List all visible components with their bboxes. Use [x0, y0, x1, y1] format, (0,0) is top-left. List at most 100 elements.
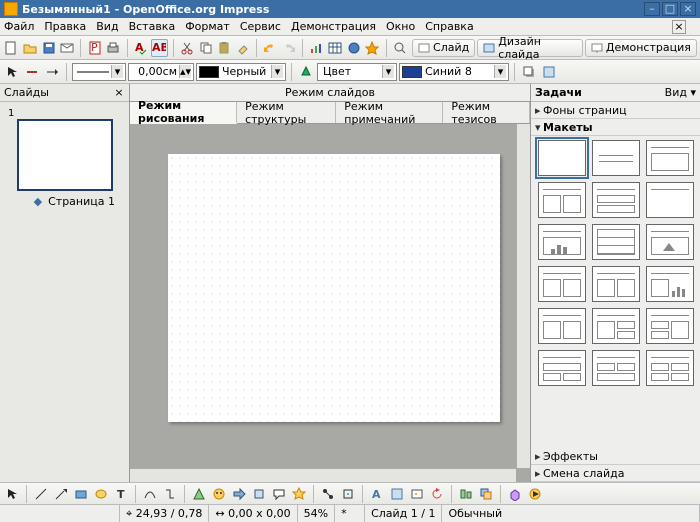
section-transition[interactable]: ▸Смена слайда	[531, 465, 700, 481]
layout-16[interactable]	[538, 350, 586, 386]
points-edit-button[interactable]	[319, 485, 337, 503]
align-button[interactable]	[457, 485, 475, 503]
format-paintbrush-button[interactable]	[234, 39, 251, 57]
line-color-combo[interactable]: Черный▾	[196, 63, 286, 81]
cut-button[interactable]	[179, 39, 196, 57]
canvas-area[interactable]	[130, 124, 530, 482]
section-layouts[interactable]: ▾Макеты	[531, 119, 700, 135]
layout-text-clipart[interactable]	[592, 266, 640, 302]
layout-four[interactable]	[646, 350, 694, 386]
undo-button[interactable]	[262, 39, 279, 57]
layout-chart[interactable]	[538, 224, 586, 260]
block-arrows-button[interactable]	[230, 485, 248, 503]
menu-tools[interactable]: Сервис	[240, 20, 281, 33]
line-tool-button[interactable]	[32, 485, 50, 503]
layout-blank[interactable]	[538, 140, 586, 176]
spellcheck-button[interactable]: A	[132, 39, 149, 57]
layout-content-over[interactable]	[592, 182, 640, 218]
menu-format[interactable]: Формат	[185, 20, 230, 33]
vertical-scrollbar[interactable]	[516, 124, 530, 468]
layout-13[interactable]	[538, 308, 586, 344]
menu-file[interactable]: Файл	[4, 20, 34, 33]
layout-text-chart[interactable]	[538, 266, 586, 302]
run-show-button[interactable]: Демонстрация	[585, 39, 697, 57]
print-button[interactable]	[105, 39, 122, 57]
callouts-button[interactable]	[270, 485, 288, 503]
ellipse-tool-button[interactable]	[92, 485, 110, 503]
hyperlink-button[interactable]	[345, 39, 362, 57]
fill-type-combo[interactable]: Цвет▾	[317, 63, 397, 81]
close-window-button[interactable]: ×	[680, 2, 696, 16]
slide-thumbnail-1[interactable]	[17, 119, 113, 191]
chart-button[interactable]	[308, 39, 325, 57]
minimize-button[interactable]: –	[644, 2, 660, 16]
line-dash-combo[interactable]: ▾	[72, 63, 126, 81]
tab-outline[interactable]: Режим структуры	[237, 102, 336, 123]
table-button[interactable]	[327, 39, 344, 57]
status-zoom[interactable]: 54%	[298, 505, 335, 522]
from-file-button[interactable]	[388, 485, 406, 503]
layout-two-content[interactable]	[538, 182, 586, 218]
layout-15[interactable]	[646, 308, 694, 344]
section-master-pages[interactable]: ▸Фоны страниц	[531, 102, 700, 118]
gallery-button[interactable]	[408, 485, 426, 503]
arrow-tool-button[interactable]	[3, 63, 21, 81]
insert-slide-button[interactable]: Слайд	[412, 39, 475, 57]
open-button[interactable]	[22, 39, 39, 57]
arrow-style-button[interactable]	[43, 63, 61, 81]
interaction-button[interactable]	[526, 485, 544, 503]
extra-button[interactable]	[540, 63, 558, 81]
symbol-shapes-button[interactable]	[210, 485, 228, 503]
text-tool-button[interactable]: T	[112, 485, 130, 503]
task-view-button[interactable]: Вид ▾	[665, 86, 696, 99]
line-width-combo[interactable]: 0,00см▴▾	[128, 63, 194, 81]
stars-button[interactable]	[290, 485, 308, 503]
menu-window[interactable]: Окно	[386, 20, 415, 33]
rect-tool-button[interactable]	[72, 485, 90, 503]
area-style-button[interactable]	[297, 63, 315, 81]
document-close-button[interactable]: ×	[672, 20, 686, 34]
shadow-button[interactable]	[520, 63, 538, 81]
layout-spreadsheet[interactable]	[592, 224, 640, 260]
connector-tool-button[interactable]	[161, 485, 179, 503]
copy-button[interactable]	[197, 39, 214, 57]
menu-edit[interactable]: Правка	[44, 20, 86, 33]
line-style-button[interactable]	[23, 63, 41, 81]
autospell-button[interactable]: ABC	[151, 39, 168, 57]
tab-handout[interactable]: Режим тезисов	[443, 102, 530, 123]
layout-chart-text[interactable]	[646, 266, 694, 302]
menu-slideshow[interactable]: Демонстрация	[291, 20, 376, 33]
slides-panel-close-button[interactable]: ×	[113, 87, 125, 99]
paste-button[interactable]	[216, 39, 233, 57]
basic-shapes-button[interactable]	[190, 485, 208, 503]
save-button[interactable]	[40, 39, 57, 57]
section-effects[interactable]: ▸Эффекты	[531, 448, 700, 464]
rotate-button[interactable]	[428, 485, 446, 503]
email-button[interactable]	[59, 39, 76, 57]
slide-design-button[interactable]: Дизайн слайда	[477, 39, 583, 57]
export-pdf-button[interactable]: P	[86, 39, 103, 57]
extrusion-button[interactable]	[506, 485, 524, 503]
layout-title[interactable]	[592, 140, 640, 176]
menu-view[interactable]: Вид	[96, 20, 118, 33]
fontwork-button[interactable]: A	[368, 485, 386, 503]
zoom-button[interactable]	[391, 39, 408, 57]
fill-color-combo[interactable]: Синий 8▾	[399, 63, 509, 81]
menu-help[interactable]: Справка	[425, 20, 473, 33]
arrow-line-tool-button[interactable]	[52, 485, 70, 503]
navigator-button[interactable]	[364, 39, 381, 57]
select-tool-button[interactable]	[3, 485, 21, 503]
new-doc-button[interactable]	[3, 39, 20, 57]
layout-title-only[interactable]	[646, 182, 694, 218]
redo-button[interactable]	[281, 39, 298, 57]
layout-title-content[interactable]	[646, 140, 694, 176]
maximize-button[interactable]: □	[662, 2, 678, 16]
curve-tool-button[interactable]	[141, 485, 159, 503]
layout-clipart[interactable]	[646, 224, 694, 260]
tab-notes[interactable]: Режим примечаний	[336, 102, 443, 123]
slide-canvas[interactable]	[168, 154, 500, 422]
horizontal-scrollbar[interactable]	[130, 468, 516, 482]
layout-17[interactable]	[592, 350, 640, 386]
tab-drawing[interactable]: Режим рисования	[130, 102, 237, 124]
menu-insert[interactable]: Вставка	[129, 20, 176, 33]
